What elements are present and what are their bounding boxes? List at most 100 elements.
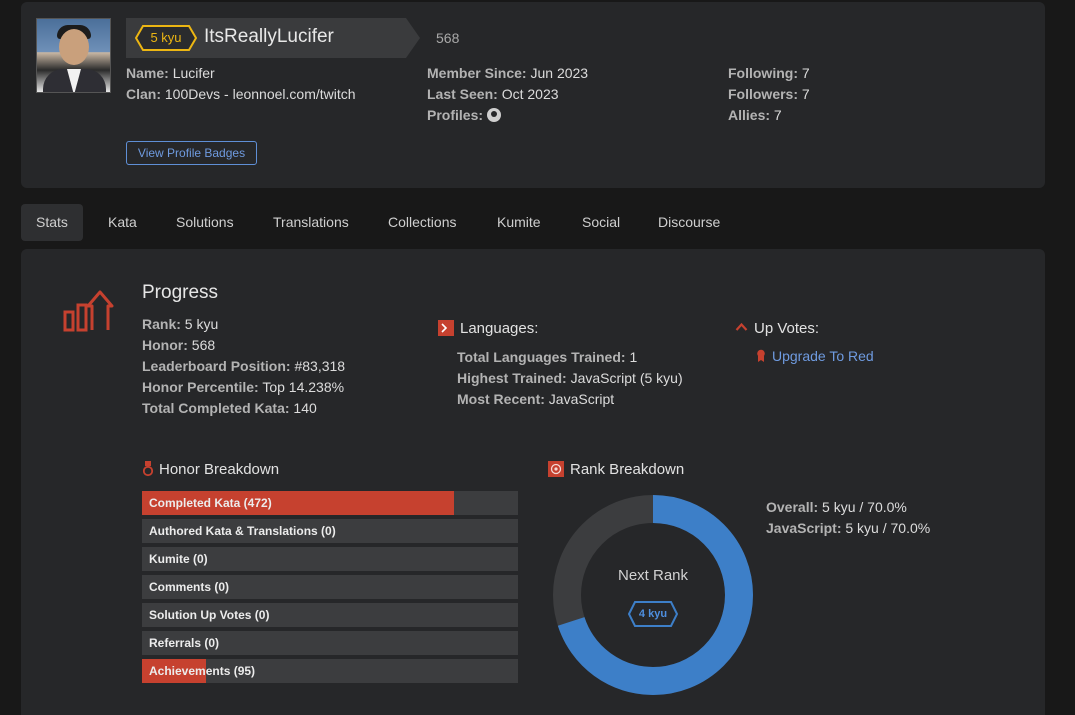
following-row[interactable]: Following: 7 [728, 63, 810, 84]
member-since-label: Member Since: [427, 65, 527, 81]
progress-chart-icon [62, 288, 114, 339]
languages-trained-label: Total Languages Trained: [457, 349, 626, 365]
most-recent-value: JavaScript [548, 391, 615, 407]
highest-trained-value: JavaScript (5 kyu) [570, 370, 683, 386]
honor-value: 568 [191, 337, 216, 353]
progress-title: Progress [142, 282, 219, 303]
languages-title: Languages: [460, 320, 539, 337]
followers-value: 7 [801, 86, 810, 102]
overall-rank-label: Overall: [766, 499, 819, 515]
upvotes-title: Up Votes: [754, 320, 820, 337]
kyu-rank-badge: 5 kyu [135, 25, 197, 51]
percentile-row: Honor Percentile: Top 14.238% [142, 377, 344, 398]
chevron-up-icon [735, 322, 748, 331]
honor-bar: Solution Up Votes (0) [142, 603, 518, 627]
tab-collections[interactable]: Collections [373, 204, 471, 241]
username: ItsReallyLucifer [204, 26, 334, 47]
next-rank-badge: 4 kyu [628, 601, 678, 627]
upvotes-title-row: Up Votes: [735, 320, 819, 337]
profiles-label: Profiles: [427, 107, 484, 123]
javascript-rank-label: JavaScript: [766, 520, 842, 536]
completed-label: Total Completed Kata: [142, 400, 290, 416]
followers-row[interactable]: Followers: 7 [728, 84, 810, 105]
upgrade-to-red-link[interactable]: Upgrade To Red [772, 348, 874, 364]
honor-row: Honor: 568 [142, 335, 215, 356]
overall-rank-value: 5 kyu / 70.0% [822, 499, 907, 515]
member-since-value: Jun 2023 [530, 65, 589, 81]
followers-label: Followers: [728, 86, 799, 102]
honor-bar-label: Comments (0) [149, 580, 230, 594]
tab-translations[interactable]: Translations [258, 204, 364, 241]
tab-stats[interactable]: Stats [21, 204, 83, 241]
honor-breakdown-title-row: Honor Breakdown [142, 461, 280, 478]
javascript-rank-value: 5 kyu / 70.0% [845, 520, 931, 536]
next-rank-label: Next Rank [617, 567, 689, 584]
honor-bar-label: Kumite (0) [149, 552, 208, 566]
clan-value: 100Devs - leonnoel.com/twitch [164, 86, 356, 102]
clan-row: Clan: 100Devs - leonnoel.com/twitch [126, 84, 356, 105]
highest-trained-row: Highest Trained: JavaScript (5 kyu) [457, 368, 683, 389]
clan-label: Clan: [126, 86, 161, 102]
tab-discourse[interactable]: Discourse [643, 204, 735, 241]
javascript-rank-row: JavaScript: 5 kyu / 70.0% [766, 518, 930, 539]
name-row: Name: Lucifer [126, 63, 215, 84]
leaderboard-value: #83,318 [294, 358, 346, 374]
honor-bar-label: Achievements (95) [149, 664, 256, 678]
github-icon[interactable] [486, 108, 501, 122]
name-value: Lucifer [172, 65, 215, 81]
languages-trained-row: Total Languages Trained: 1 [457, 347, 637, 368]
honor-count: 568 [436, 30, 460, 46]
honor-bar-label: Authored Kata & Translations (0) [149, 524, 336, 538]
rank-breakdown-title-row: Rank Breakdown [548, 461, 684, 478]
percentile-value: Top 14.238% [262, 379, 345, 395]
rank-breakdown-title: Rank Breakdown [570, 461, 685, 478]
honor-bar: Authored Kata & Translations (0) [142, 519, 518, 543]
name-label: Name: [126, 65, 169, 81]
rank-value: 5 kyu [184, 316, 219, 332]
tab-kata[interactable]: Kata [93, 204, 152, 241]
languages-trained-value: 1 [629, 349, 638, 365]
last-seen-value: Oct 2023 [501, 86, 559, 102]
allies-value: 7 [773, 107, 782, 123]
tab-social[interactable]: Social [567, 204, 635, 241]
rank-progress-donut [553, 495, 753, 700]
honor-bar: Kumite (0) [142, 547, 518, 571]
target-icon [548, 461, 564, 477]
overall-rank-row: Overall: 5 kyu / 70.0% [766, 497, 907, 518]
member-since-row: Member Since: Jun 2023 [427, 63, 588, 84]
leaderboard-row: Leaderboard Position: #83,318 [142, 356, 345, 377]
last-seen-label: Last Seen: [427, 86, 498, 102]
tab-kumite[interactable]: Kumite [482, 204, 556, 241]
completed-value: 140 [293, 400, 317, 416]
honor-bar-label: Referrals (0) [149, 636, 220, 650]
honor-bar-label: Completed Kata (472) [149, 496, 272, 510]
following-value: 7 [801, 65, 810, 81]
view-profile-badges-button[interactable]: View Profile Badges [126, 141, 257, 165]
rank-label: Rank: [142, 316, 181, 332]
allies-row[interactable]: Allies: 7 [728, 105, 782, 126]
leaderboard-label: Leaderboard Position: [142, 358, 291, 374]
highest-trained-label: Highest Trained: [457, 370, 567, 386]
rank-row: Rank: 5 kyu [142, 314, 218, 335]
honor-bar: Achievements (95) [142, 659, 518, 683]
honor-bar-label: Solution Up Votes (0) [149, 608, 270, 622]
following-label: Following: [728, 65, 798, 81]
languages-title-row: Languages: [438, 320, 538, 337]
most-recent-label: Most Recent: [457, 391, 545, 407]
tab-solutions[interactable]: Solutions [161, 204, 249, 241]
ribbon-icon [756, 349, 766, 368]
honor-bar: Referrals (0) [142, 631, 518, 655]
allies-label: Allies: [728, 107, 771, 123]
honor-label: Honor: [142, 337, 188, 353]
honor-breakdown-title: Honor Breakdown [159, 461, 280, 478]
most-recent-row: Most Recent: JavaScript [457, 389, 614, 410]
honor-bar: Completed Kata (472) [142, 491, 518, 515]
last-seen-row: Last Seen: Oct 2023 [427, 84, 559, 105]
honor-bar: Comments (0) [142, 575, 518, 599]
completed-row: Total Completed Kata: 140 [142, 398, 317, 419]
medal-icon [142, 461, 154, 477]
percentile-label: Honor Percentile: [142, 379, 259, 395]
terminal-icon [438, 320, 454, 336]
avatar[interactable] [36, 18, 111, 93]
profiles-row: Profiles: [427, 105, 501, 126]
